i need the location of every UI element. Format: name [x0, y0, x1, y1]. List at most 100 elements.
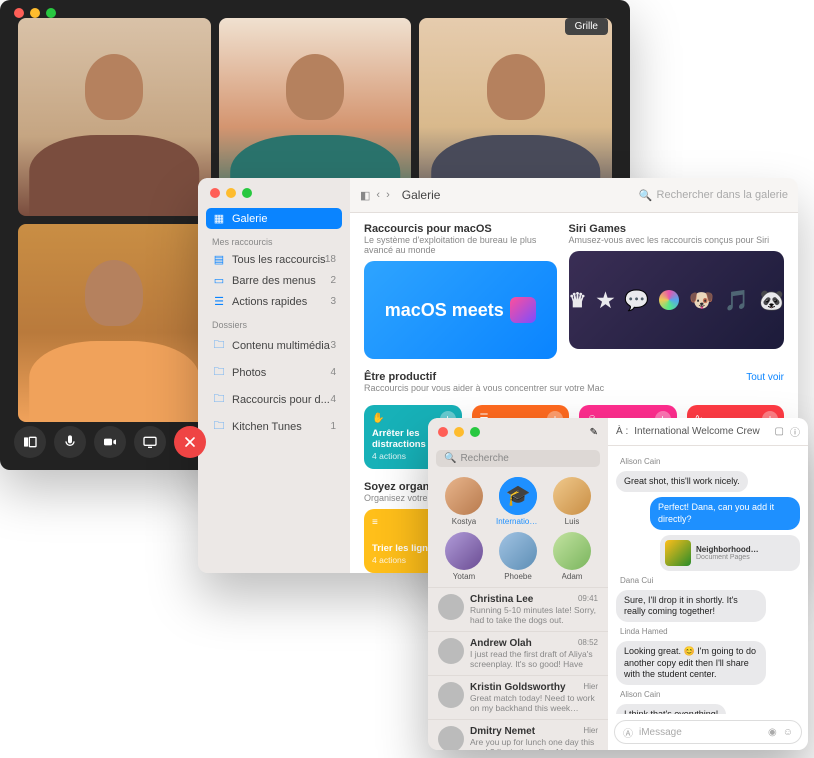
- avatar: [438, 726, 464, 750]
- hero-banner-macos[interactable]: macOS meets: [364, 261, 557, 359]
- message-bubble[interactable]: Great shot, this'll work nicely.: [616, 471, 748, 492]
- sidebar-item-all-shortcuts[interactable]: ▤ Tous les raccourcis 18: [206, 249, 342, 270]
- conversation-row[interactable]: Dmitry NemetHierAre you up for lunch one…: [428, 719, 608, 750]
- sidebar-item-label: Tous les raccourcis: [232, 254, 326, 266]
- forward-button[interactable]: ›: [386, 189, 390, 201]
- link-subtitle: Document Pages: [696, 554, 759, 561]
- bolt-icon: ☰: [212, 295, 226, 308]
- section-title: Être productif: [364, 371, 604, 383]
- sidebar-item-label: Galerie: [232, 213, 267, 225]
- sidebar-item-folder[interactable]: 🗀 Raccourcis pour d... 4: [206, 386, 342, 413]
- sidebar-item-label: Barre des menus: [232, 275, 316, 287]
- sender-label: Alison Cain: [616, 457, 800, 466]
- hero-title: Raccourcis pour macOS: [364, 223, 557, 235]
- minimize-icon[interactable]: [454, 427, 464, 437]
- shortcuts-toolbar: ◧ ‹ › Galerie 🔍 Rechercher dans la galer…: [350, 178, 798, 213]
- minimize-icon[interactable]: [30, 8, 40, 18]
- info-icon[interactable]: ⓘ: [790, 424, 800, 439]
- pinned-conversation[interactable]: Adam: [548, 532, 596, 581]
- facetime-icon[interactable]: ▢: [775, 426, 784, 437]
- sidebar-item-quick-actions[interactable]: ☰ Actions rapides 3: [206, 291, 342, 312]
- share-screen-button[interactable]: [134, 426, 166, 458]
- layout-grid-button[interactable]: Grille: [565, 18, 608, 35]
- conversation-row[interactable]: Christina Lee09:41Running 5-10 minutes l…: [428, 587, 608, 631]
- mute-button[interactable]: [54, 426, 86, 458]
- messages-window: ✎ 🔍 Recherche Kostya International… Luis…: [428, 418, 808, 750]
- hero-subtitle: Le système d'exploitation de bureau le p…: [364, 235, 557, 255]
- sidebar-item-label: Contenu multimédia: [232, 340, 330, 352]
- pinned-conversation[interactable]: Luis: [548, 477, 596, 526]
- folder-icon: 🗀: [212, 363, 226, 382]
- breadcrumb: Galerie: [402, 188, 441, 202]
- zoom-icon[interactable]: [470, 427, 480, 437]
- pin-name: Adam: [562, 572, 583, 581]
- convo-preview: I just read the first draft of Aliya's s…: [470, 649, 598, 669]
- folder-icon: 🗀: [212, 417, 226, 436]
- siri-icon: [659, 290, 679, 310]
- participant-tile[interactable]: [18, 18, 211, 216]
- sidebar-section-header: Mes raccourcis: [206, 229, 342, 249]
- sidebar-toggle-icon[interactable]: ◧: [360, 189, 370, 202]
- input-placeholder: iMessage: [639, 727, 682, 738]
- search-placeholder: Rechercher dans la galerie: [657, 189, 788, 201]
- convo-name: Dmitry Nemet: [470, 726, 535, 737]
- sidebar-item-gallery[interactable]: ▦ Galerie: [206, 208, 342, 229]
- chat-scroll[interactable]: Alison Cain Great shot, this'll work nic…: [608, 446, 808, 714]
- conversation-row[interactable]: Andrew Olah08:52I just read the first dr…: [428, 631, 608, 675]
- stack-icon: ▤: [212, 253, 226, 266]
- sidebar-item-folder[interactable]: 🗀 Contenu multimédia 3: [206, 332, 342, 359]
- search-placeholder: Recherche: [460, 453, 508, 464]
- star-icon: ★: [596, 288, 614, 313]
- pinned-conversation[interactable]: Yotam: [440, 532, 488, 581]
- sidebar-item-label: Raccourcis pour d...: [232, 394, 330, 406]
- convo-time: 08:52: [578, 638, 598, 649]
- pin-name: Phoebe: [504, 572, 532, 581]
- pin-name: International…: [496, 517, 540, 526]
- apps-icon[interactable]: Ⓐ: [623, 725, 633, 740]
- message-bubble[interactable]: Sure, I'll drop it in shortly. It's real…: [616, 590, 766, 623]
- thread-header: À : International Welcome Crew ▢ ⓘ: [608, 418, 808, 446]
- messages-titlebar: ✎: [428, 418, 608, 446]
- messages-thread: À : International Welcome Crew ▢ ⓘ Aliso…: [608, 418, 808, 750]
- sidebar-toggle-button[interactable]: [14, 426, 46, 458]
- avatar: [438, 682, 464, 708]
- sidebar-item-folder[interactable]: 🗀 Photos 4: [206, 359, 342, 386]
- pin-name: Kostya: [452, 517, 476, 526]
- close-icon[interactable]: [14, 8, 24, 18]
- compose-button[interactable]: ✎: [590, 427, 598, 438]
- see-all-link[interactable]: Tout voir: [746, 372, 784, 383]
- conversation-row[interactable]: Kristin GoldsworthyHierGreat match today…: [428, 675, 608, 719]
- message-bubble[interactable]: Perfect! Dana, can you add it directly?: [650, 497, 800, 530]
- conversation-list: Christina Lee09:41Running 5-10 minutes l…: [428, 587, 608, 750]
- message-bubble[interactable]: I think that's everything!: [616, 704, 726, 714]
- pin-name: Yotam: [453, 572, 475, 581]
- zoom-icon[interactable]: [242, 188, 252, 198]
- close-icon[interactable]: [210, 188, 220, 198]
- emoji-icon[interactable]: ☺: [783, 727, 793, 738]
- message-input[interactable]: Ⓐ iMessage ◉ ☺: [614, 720, 802, 744]
- message-bubble[interactable]: Looking great. 😊 I'm going to do another…: [616, 641, 766, 685]
- pinned-conversation[interactable]: Phoebe: [494, 532, 542, 581]
- end-call-button[interactable]: [174, 426, 206, 458]
- sidebar-item-folder[interactable]: 🗀 Kitchen Tunes 1: [206, 413, 342, 440]
- convo-time: Hier: [583, 682, 598, 693]
- avatar: [553, 532, 591, 570]
- search-field[interactable]: 🔍 Rechercher dans la galerie: [639, 189, 788, 202]
- sidebar-item-menubar[interactable]: ▭ Barre des menus 2: [206, 270, 342, 291]
- participant-tile[interactable]: [18, 224, 211, 422]
- avatar: [499, 532, 537, 570]
- minimize-icon[interactable]: [226, 188, 236, 198]
- pinned-conversation[interactable]: International…: [494, 477, 542, 526]
- back-button[interactable]: ‹: [376, 189, 380, 201]
- search-field[interactable]: 🔍 Recherche: [436, 450, 600, 467]
- convo-name: Kristin Goldsworthy: [470, 682, 566, 693]
- hero-banner-siri-games[interactable]: ♛ ★ 💬 🐶 🎵 🐼: [569, 251, 785, 349]
- close-icon[interactable]: [438, 427, 448, 437]
- link-preview[interactable]: Neighborhood…Document Pages: [660, 535, 800, 571]
- pinned-conversation[interactable]: Kostya: [440, 477, 488, 526]
- voice-memo-icon[interactable]: ◉: [768, 727, 777, 738]
- shortcuts-app-icon: [510, 297, 536, 323]
- zoom-icon[interactable]: [46, 8, 56, 18]
- camera-button[interactable]: [94, 426, 126, 458]
- sidebar-item-count: 4: [330, 394, 336, 405]
